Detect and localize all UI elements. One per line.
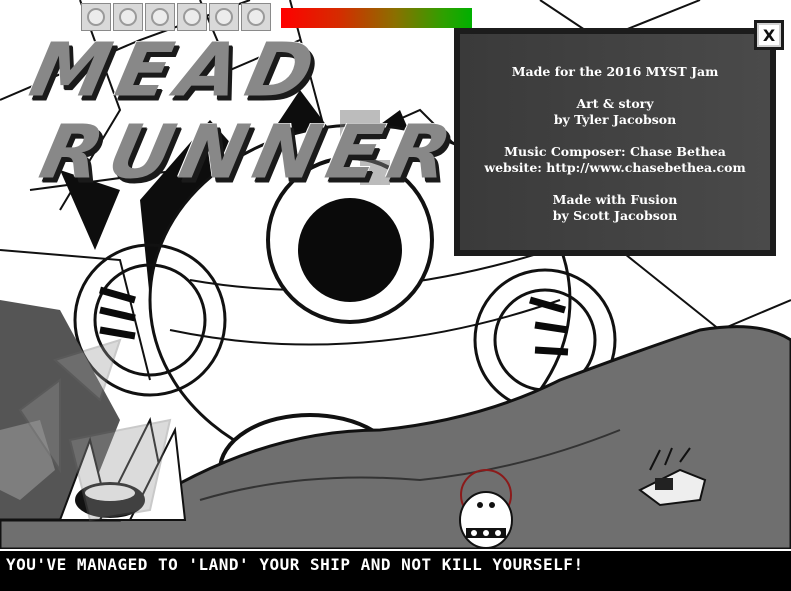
inventory-slot[interactable] [145,3,175,31]
credits-website: website: http://www.chasebethea.com [484,160,746,175]
dialogue-bar: YOU'VE MANAGED TO 'LAND' YOUR SHIP AND N… [0,549,791,591]
credits-art-name: by Tyler Jacobson [553,112,677,127]
credits-content: Made for the 2016 MYST Jam Art & story b… [460,34,770,250]
inventory-slot[interactable] [81,3,111,31]
credits-engine-name: by Scott Jacobson [552,208,678,223]
close-credits-button[interactable]: X [754,20,784,50]
health-bar [281,8,472,28]
inventory-slot[interactable] [177,3,207,31]
empty-slot-icon [151,8,169,26]
credits-panel: Made for the 2016 MYST Jam Art & story b… [454,28,776,256]
game-title-logo: MEAD RUNNER [12,28,466,198]
close-icon: X [757,23,781,47]
inventory-slot[interactable] [241,3,271,31]
title-line-2: RUNNER [32,110,467,196]
empty-slot-icon [183,8,201,26]
dialogue-text: YOU'VE MANAGED TO 'LAND' YOUR SHIP AND N… [6,555,584,574]
empty-slot-icon [215,8,233,26]
inventory-slot[interactable] [209,3,239,31]
inventory-slot[interactable] [113,3,143,31]
credits-jam-line: Made for the 2016 MYST Jam [511,64,719,79]
title-line-1: MEAD [22,28,330,114]
empty-slot-icon [119,8,137,26]
credits-engine-heading: Made with Fusion [552,192,678,207]
empty-slot-icon [87,8,105,26]
empty-slot-icon [247,8,265,26]
credits-music-composer: Music Composer: Chase Bethea [504,144,726,159]
credits-art-heading: Art & story [576,96,654,111]
